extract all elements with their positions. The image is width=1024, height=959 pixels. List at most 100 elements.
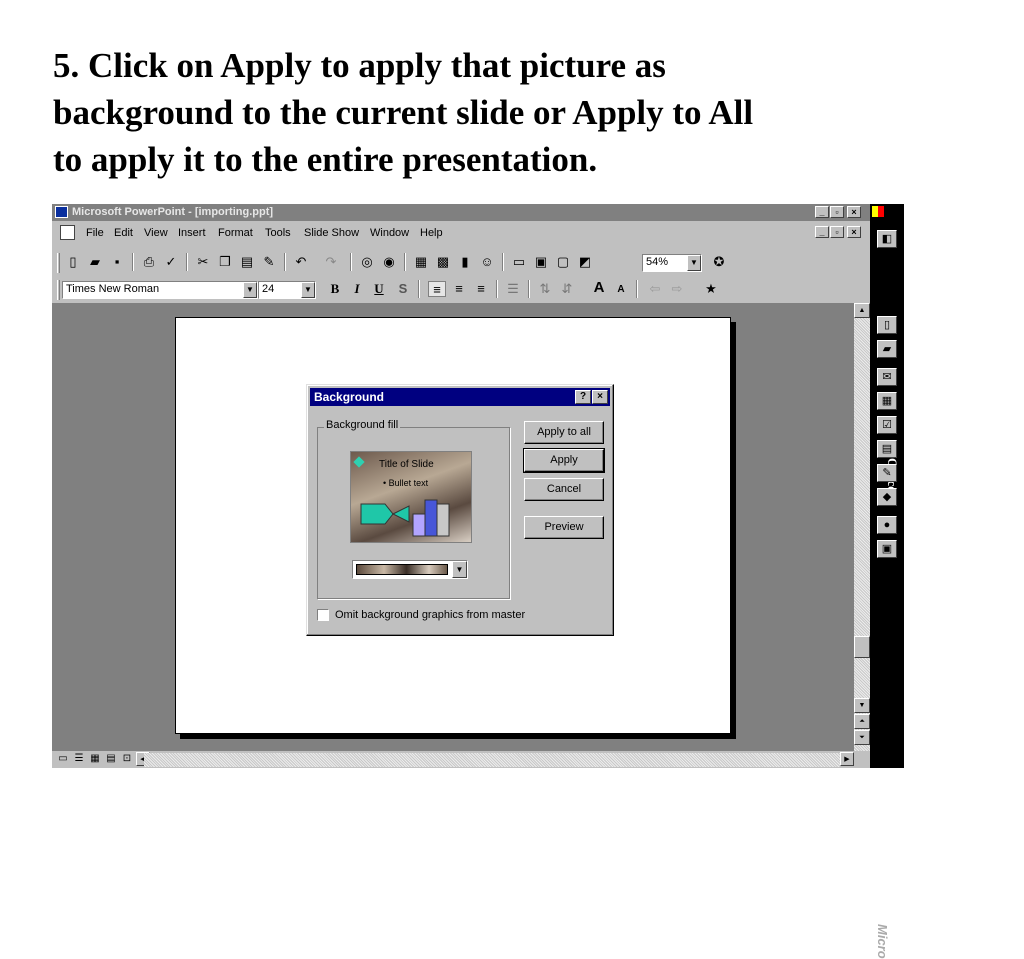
insert-hyperlink-icon[interactable]: ◎ [358, 254, 376, 270]
office-bar-icon[interactable] [872, 206, 884, 217]
normal-view-icon[interactable]: ▭ [56, 753, 70, 765]
office-logo-icon[interactable]: ◧ [877, 230, 897, 248]
toolbar-grip[interactable] [57, 280, 60, 300]
new-note-icon[interactable]: ◆ [877, 488, 897, 506]
menu-window[interactable]: Window [370, 227, 409, 239]
help-button[interactable]: ? [575, 390, 591, 404]
spelling-icon[interactable]: ✓ [162, 254, 180, 270]
window-titlebar[interactable]: Microsoft PowerPoint - [importing.ppt] _… [52, 204, 870, 221]
web-toolbar-icon[interactable]: ◉ [380, 254, 398, 270]
menu-format[interactable]: Format [218, 227, 253, 239]
font-size-combo[interactable]: 24 ▼ [258, 281, 316, 299]
cancel-button[interactable]: Cancel [524, 478, 604, 501]
shortcut-icon[interactable]: ▣ [877, 540, 897, 558]
bold-button[interactable]: B [326, 281, 344, 297]
vertical-scrollbar[interactable]: ▲ ▼ ⏶ ⏷ [854, 303, 870, 751]
zoom-dropdown-arrow[interactable]: ▼ [687, 255, 701, 271]
menu-tools[interactable]: Tools [265, 227, 291, 239]
dialog-titlebar[interactable]: Background ? × [310, 388, 610, 406]
increase-spacing-icon[interactable]: ⇅ [536, 281, 554, 297]
new-journal-icon[interactable]: ✎ [877, 464, 897, 482]
new-appointment-icon[interactable]: ▦ [877, 392, 897, 410]
copy-icon[interactable]: ❐ [216, 254, 234, 270]
zoom-combo[interactable]: 54% ▼ [642, 254, 702, 272]
notes-view-icon[interactable]: ▤ [104, 753, 118, 765]
next-slide-button[interactable]: ⏷ [854, 730, 870, 745]
align-right-icon[interactable]: ≡ [472, 281, 490, 297]
paste-icon[interactable]: ▤ [238, 254, 256, 270]
font-size-dropdown-arrow[interactable]: ▼ [301, 282, 315, 298]
open-icon[interactable]: ▰ [86, 254, 104, 270]
dialog-close-button[interactable]: × [592, 390, 608, 404]
shadow-button[interactable]: S [394, 281, 412, 297]
menu-view[interactable]: View [144, 227, 168, 239]
animation-effects-icon[interactable]: ★ [702, 281, 720, 297]
increase-font-size-icon[interactable]: A [590, 280, 608, 296]
menu-file[interactable]: File [86, 227, 104, 239]
apply-design-icon[interactable]: ▢ [554, 254, 572, 270]
toolbar-grip[interactable] [57, 253, 60, 273]
new-icon[interactable]: ▯ [64, 254, 82, 270]
undo-icon[interactable]: ↶ [292, 254, 310, 270]
format-painter-icon[interactable]: ✎ [260, 254, 278, 270]
align-center-icon[interactable]: ≡ [450, 281, 468, 297]
open-office-document-icon[interactable]: ▰ [877, 340, 897, 358]
insert-excel-sheet-icon[interactable]: ▩ [434, 254, 452, 270]
apply-button[interactable]: Apply [523, 448, 605, 473]
slide-layout-icon[interactable]: ▣ [532, 254, 550, 270]
fill-options-dropdown[interactable]: ▼ [352, 560, 468, 579]
slide-sorter-icon[interactable]: ▦ [88, 753, 102, 765]
demote-icon[interactable]: ⇨ [668, 281, 686, 297]
menu-insert[interactable]: Insert [178, 227, 206, 239]
new-slide-icon[interactable]: ▭ [510, 254, 528, 270]
decrease-spacing-icon[interactable]: ⇵ [558, 281, 576, 297]
outline-view-icon[interactable]: ☰ [72, 753, 86, 765]
insert-chart-icon[interactable]: ▮ [456, 254, 474, 270]
redo-icon[interactable]: ↷ [322, 254, 340, 270]
document-icon[interactable] [60, 225, 75, 240]
insert-clip-art-icon[interactable]: ☺ [478, 254, 496, 270]
close-button[interactable]: × [847, 206, 861, 218]
font-name-combo[interactable]: Times New Roman ▼ [62, 281, 258, 299]
save-icon[interactable]: ▪ [108, 254, 126, 270]
insert-word-table-icon[interactable]: ▦ [412, 254, 430, 270]
print-icon[interactable]: ⎙ [140, 254, 158, 270]
preview-button[interactable]: Preview [524, 516, 604, 539]
align-left-icon[interactable]: ≡ [428, 281, 446, 297]
scroll-right-button[interactable]: ▶ [840, 752, 854, 766]
restore-button[interactable]: ▫ [830, 206, 844, 218]
previous-slide-button[interactable]: ⏶ [854, 714, 870, 729]
new-office-document-icon[interactable]: ▯ [877, 316, 897, 334]
cut-icon[interactable]: ✂ [194, 254, 212, 270]
doc-minimize-button[interactable]: _ [815, 226, 829, 238]
menu-help[interactable]: Help [420, 227, 443, 239]
italic-button[interactable]: I [348, 281, 366, 297]
decrease-font-size-icon[interactable]: A [612, 282, 630, 298]
powerpoint-app-icon[interactable] [55, 206, 68, 218]
underline-button[interactable]: U [370, 281, 388, 297]
apply-to-all-button[interactable]: Apply to all [524, 421, 604, 444]
omit-background-checkbox[interactable] [317, 609, 329, 621]
toolbar-separator [528, 280, 530, 298]
scroll-down-button[interactable]: ▼ [854, 698, 870, 713]
promote-icon[interactable]: ⇦ [646, 281, 664, 297]
grayscale-icon[interactable]: ◩ [576, 254, 594, 270]
font-dropdown-arrow[interactable]: ▼ [243, 282, 257, 298]
new-task-icon[interactable]: ☑ [877, 416, 897, 434]
zoom-value: 54% [646, 256, 669, 268]
internet-icon[interactable]: ● [877, 516, 897, 534]
minimize-button[interactable]: _ [815, 206, 829, 218]
scroll-thumb[interactable] [854, 636, 870, 658]
scroll-up-button[interactable]: ▲ [854, 303, 870, 318]
horizontal-scrollbar[interactable] [144, 753, 840, 767]
doc-restore-button[interactable]: ▫ [830, 226, 844, 238]
slide-show-icon[interactable]: ⊡ [120, 753, 134, 765]
menu-edit[interactable]: Edit [114, 227, 133, 239]
new-message-icon[interactable]: ✉ [877, 368, 897, 386]
bullets-icon[interactable]: ☰ [504, 281, 522, 297]
doc-close-button[interactable]: × [847, 226, 861, 238]
new-contact-icon[interactable]: ▤ [877, 440, 897, 458]
office-assistant-icon[interactable]: ✪ [710, 254, 728, 270]
menu-slide-show[interactable]: Slide Show [304, 227, 359, 239]
fill-dropdown-arrow[interactable]: ▼ [452, 561, 467, 578]
